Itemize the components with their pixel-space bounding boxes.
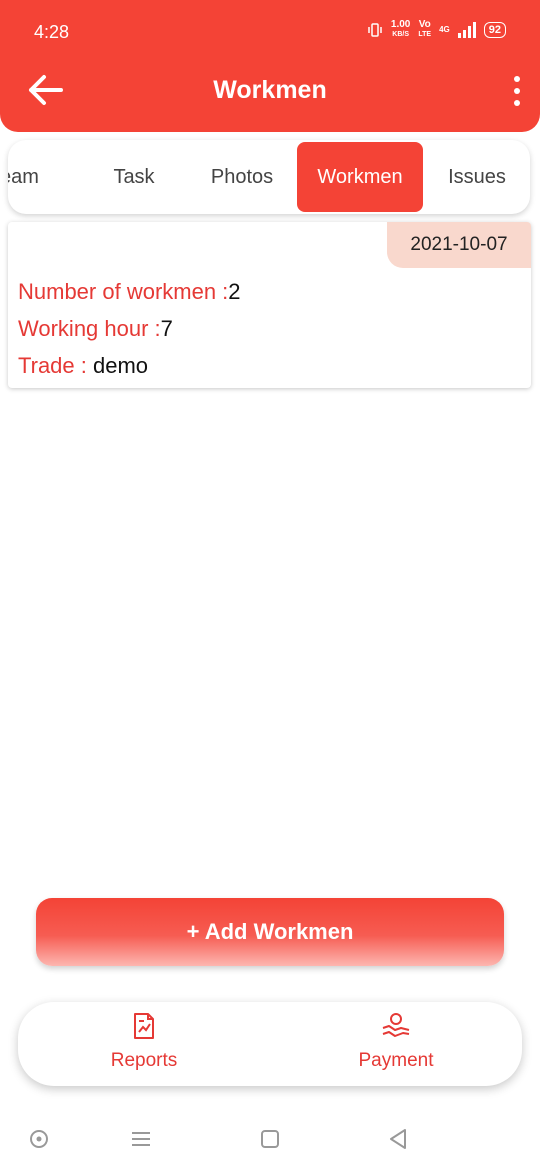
recents-button[interactable] (128, 1126, 154, 1152)
working-hour-value: 7 (160, 316, 173, 341)
trade-value: demo (93, 353, 149, 378)
vibrate-icon (368, 23, 382, 37)
square-icon (261, 1130, 279, 1148)
nav-payment[interactable]: Payment (296, 1012, 496, 1082)
nav-payment-label: Payment (358, 1050, 434, 1071)
network-speed: 1.00 KB/S (390, 19, 411, 39)
tab-issues[interactable]: Issues (432, 142, 522, 212)
triangle-back-icon (390, 1129, 406, 1149)
home-button[interactable] (257, 1126, 283, 1152)
assistant-button[interactable] (26, 1126, 52, 1152)
more-options-button[interactable] (510, 76, 524, 106)
tab-team[interactable]: eam (8, 142, 62, 212)
trade-row: Trade : demo (18, 353, 148, 379)
nav-reports[interactable]: Reports (44, 1012, 244, 1082)
tab-task[interactable]: Task (82, 142, 186, 212)
bottom-nav: Reports Payment (18, 1002, 522, 1086)
report-chart-icon (134, 1013, 154, 1039)
date-badge: 2021-10-07 (387, 222, 531, 268)
app-bar: 4:28 1.00 KB/S Vo LTE 4G 92 Workmen (0, 0, 540, 132)
workmen-entry-card[interactable]: 2021-10-07 Number of workmen :2 Working … (8, 222, 531, 388)
tab-photos[interactable]: Photos (194, 142, 290, 212)
circle-dot-icon (30, 1130, 48, 1148)
nav-reports-label: Reports (110, 1050, 178, 1071)
back-system-button[interactable] (385, 1126, 411, 1152)
more-vertical-icon (514, 76, 520, 82)
tab-workmen[interactable]: Workmen (297, 142, 423, 212)
add-workmen-button[interactable]: + Add Workmen (36, 898, 504, 966)
status-icons: 1.00 KB/S Vo LTE 4G 92 (367, 20, 506, 40)
working-hour-label: Working hour : (18, 316, 161, 341)
workmen-count-value: 2 (228, 279, 241, 304)
workmen-count-label: Number of workmen : (18, 279, 229, 304)
volte-indicator: Vo LTE (418, 19, 432, 39)
system-nav-bar (0, 1110, 540, 1170)
status-time: 4:28 (34, 22, 70, 42)
handshake-payment-icon (382, 1013, 410, 1037)
page-title: Workmen (213, 76, 327, 104)
trade-label: Trade : (18, 353, 93, 378)
workmen-count-row: Number of workmen :2 (18, 279, 241, 305)
battery-icon: 92 (483, 22, 506, 38)
signal-icon (457, 22, 476, 38)
working-hour-row: Working hour :7 (18, 316, 173, 342)
menu-icon (132, 1132, 150, 1146)
network-type: 4G (439, 25, 450, 34)
tab-bar: eam Task Photos Workmen Issues (8, 140, 530, 214)
